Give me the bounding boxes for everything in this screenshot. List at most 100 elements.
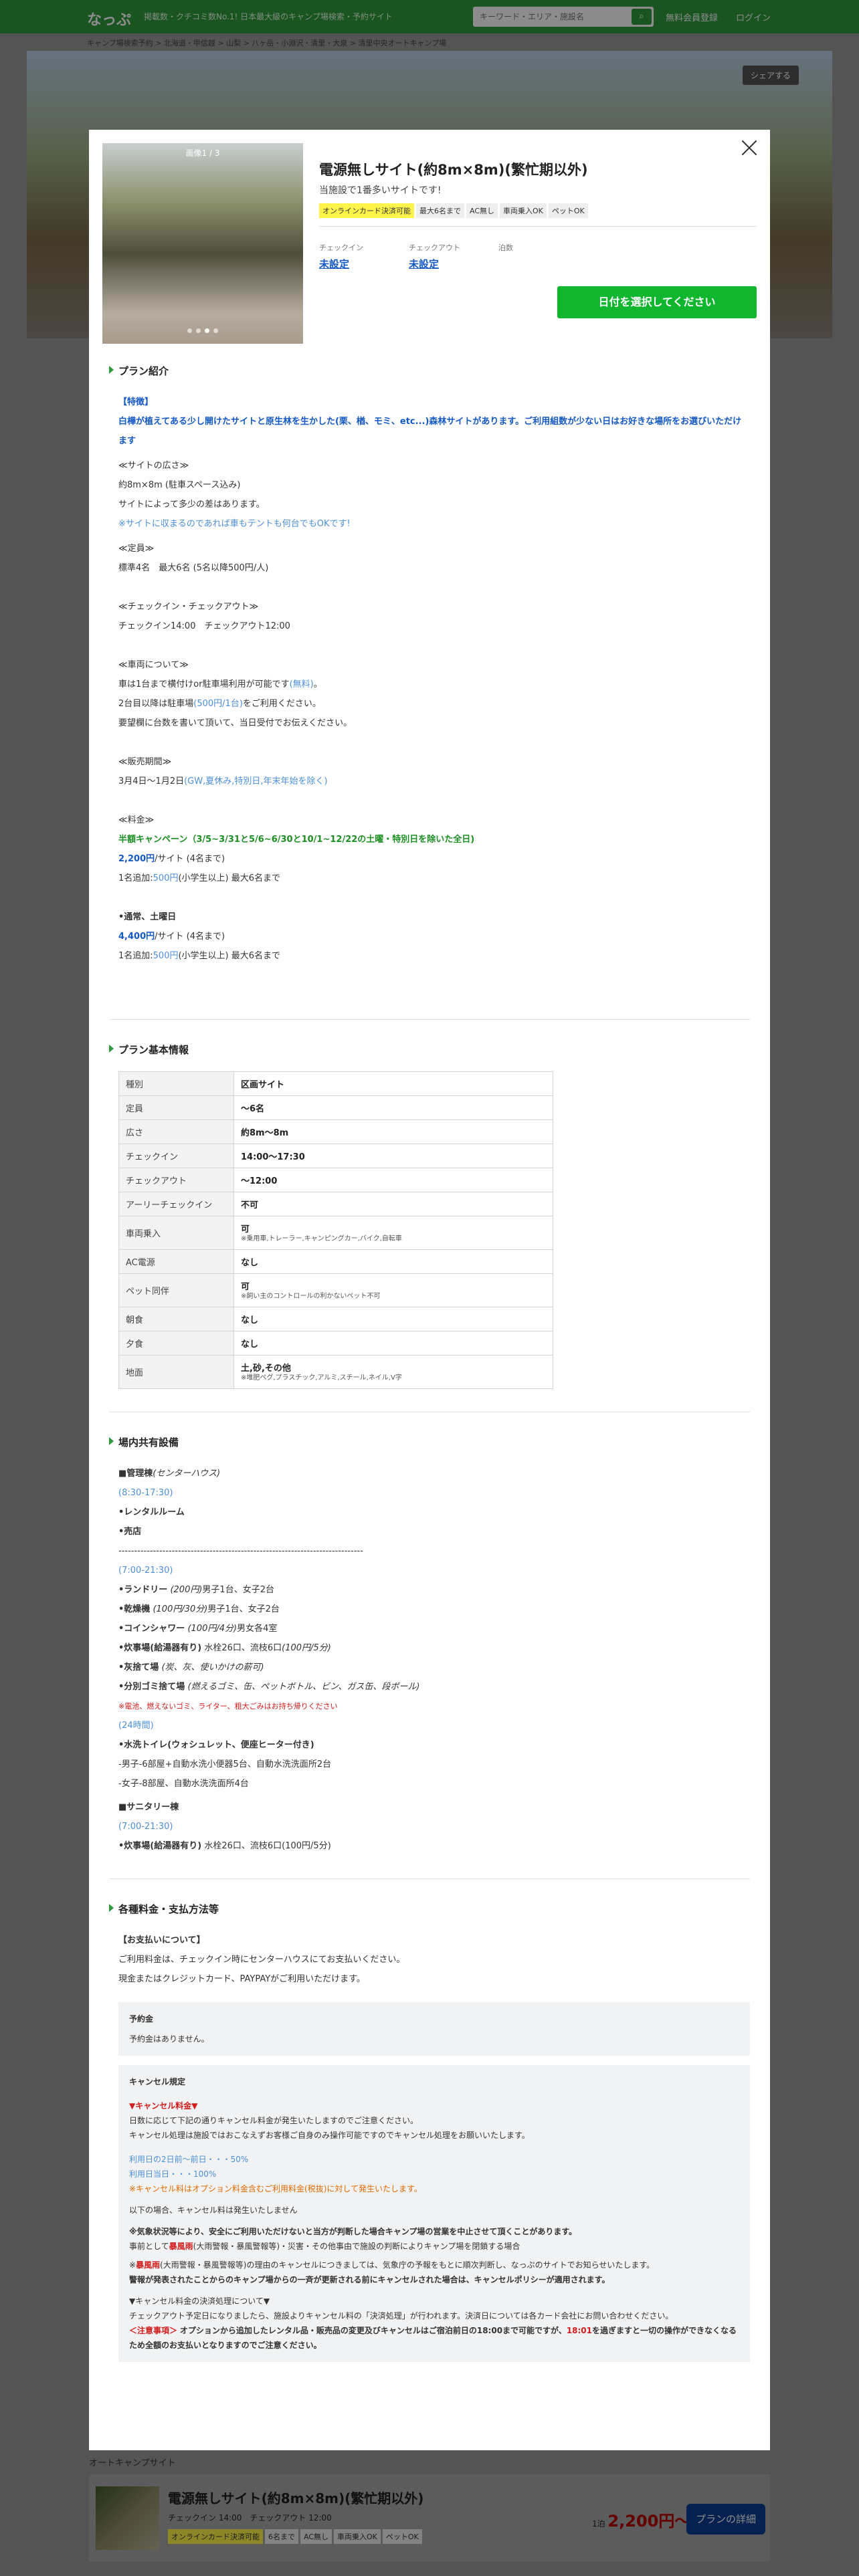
cancel-text: 日数に応じて下記の通りキャンセル料金が発生いたしますのでご注意ください。 — [129, 2116, 419, 2125]
vehicle-text: 要望欄に台数を書いて頂いて、当日受付でお伝えください。 — [118, 718, 353, 728]
section-heading: プラン基本情報 — [109, 1043, 750, 1057]
spec-value: 14:00〜17:30 — [233, 1144, 553, 1168]
hours: (8:30-17:30) — [118, 1488, 173, 1498]
deposit-title: 予約金 — [129, 2014, 154, 2024]
area-text: サイトによって多少の差はあります。 — [118, 500, 265, 510]
dot-icon[interactable] — [213, 328, 218, 333]
cancel-text: キャンセル処理は施設ではおこなえずお客様ご自身のみ操作可能ですのでキャンセル処理… — [129, 2131, 530, 2140]
weather-text: 事前として暴風雨(大雨警報・暴風警報等)・災害・その他事由で施設の判断によりキャ… — [129, 2242, 520, 2251]
spec-row: ペット同伴可 ※飼い主のコントロールの利かないペット不可 — [118, 1273, 553, 1307]
dot-icon[interactable] — [205, 328, 209, 333]
modal-title: 電源無しサイト(約8m×8m)(繁忙期以外) — [319, 162, 588, 178]
spec-row: 定員 〜6名 — [118, 1095, 553, 1120]
cancel-heading: ▼キャンセル料金▼ — [129, 2101, 198, 2111]
facilities-list: ■管理棟(センターハウス) (8:30-17:30) •レンタルルーム •売店 … — [109, 1464, 750, 1856]
cancel-rate: 利用日当日・・・100% — [129, 2169, 217, 2179]
spec-key: 朝食 — [118, 1307, 234, 1331]
facility-item: -女子-8部屋、自動水洗洗面所4台 — [118, 1779, 249, 1789]
spec-value-text: 約8m〜8m — [241, 1128, 289, 1138]
vehicle-heading: ≪車両について≫ — [118, 660, 189, 670]
hours: (7:00-21:30) — [118, 1822, 173, 1832]
checkin-heading: ≪チェックイン・チェックアウト≫ — [118, 602, 259, 612]
spec-value: 約8m〜8m — [233, 1119, 553, 1144]
tag: 最大6名まで — [416, 203, 464, 218]
facility-item: -男子-6部屋+自動水洗小便器5台、自動水洗洗面所2台 — [118, 1759, 332, 1769]
spec-key: 車両乗入 — [118, 1216, 234, 1250]
facility-item: •売店 — [118, 1527, 142, 1537]
spec-row: 車両乗入可 ※乗用車,トレーラー,キャンピングカー,バイク,自転車 — [118, 1216, 553, 1250]
cancel-title: キャンセル規定 — [129, 2077, 186, 2086]
spec-note: ※飼い主のコントロールの利かないペット不可 — [241, 1293, 381, 1300]
spec-row: チェックアウト 〜12:00 — [118, 1168, 553, 1192]
dot-icon[interactable] — [196, 328, 201, 333]
spec-value: 土,砂,その他 ※堆肥ペグ,プラスチック,アルミ,スチール,ネイル,V字 — [233, 1355, 553, 1389]
process-heading: ▼キャンセル料金の決済処理について▼ — [129, 2296, 270, 2306]
checkin-value[interactable]: 未設定 — [319, 257, 349, 271]
checkout-value[interactable]: 未設定 — [409, 257, 439, 271]
photo-dots — [102, 326, 303, 336]
payment-heading: 【お支払いについて】 — [118, 1935, 205, 1945]
spec-value-text: 区画サイト — [241, 1080, 285, 1090]
spec-row: チェックイン 14:00〜17:30 — [118, 1144, 553, 1168]
spec-value: なし — [233, 1307, 553, 1331]
normal-fee-heading: •通常、土曜日 — [118, 912, 177, 922]
vehicle-text: 車は1台まで横付けor駐車場利用が可能です(無料)。 — [118, 679, 322, 689]
capacity-text: 標準4名 最大6名 (5名以降500円/人) — [118, 563, 269, 573]
cancel-rate: 利用日の2日前〜前日・・・50% — [129, 2155, 249, 2164]
tag: 車両乗入OK — [500, 203, 547, 218]
deposit-text: 予約金はありません。 — [129, 2034, 209, 2044]
weather-text: ※気象状況等により、安全にご利用いただけないと当方が判断した場合キャンプ場の営業… — [129, 2227, 577, 2236]
divider — [109, 1019, 750, 1020]
close-icon[interactable] — [738, 136, 761, 159]
facility-item: •炊事場(給湯器有り) 水栓26口、流枝6口(100円/5分) — [118, 1841, 331, 1851]
spec-value: 不可 — [233, 1192, 553, 1216]
facility-item: •ランドリー (200円)男子1台、女子2台 — [118, 1585, 274, 1595]
spec-value: なし — [233, 1249, 553, 1274]
facility-item: •水洗トイレ(ウォシュレット、便座ヒーター付き) — [118, 1740, 314, 1750]
spec-value-text: 〜6名 — [241, 1104, 265, 1114]
feature-heading: 【特徴】 — [118, 397, 154, 407]
spec-key: チェックイン — [118, 1144, 234, 1168]
spec-value: 区画サイト — [233, 1071, 553, 1096]
tag: AC無し — [466, 203, 498, 218]
deposit-box: 予約金 予約金はありません。 — [118, 2002, 750, 2056]
campaign-text: 半額キャンペーン（3/5~3/31と5/6~6/30と10/1~12/22の土曜… — [118, 835, 475, 845]
dot-icon[interactable] — [187, 328, 192, 333]
spec-value: 〜12:00 — [233, 1168, 553, 1192]
storm-text: 警報が発表されたことからのキャンプ場からの一斉が更新される前にキャンセルされた場… — [129, 2275, 610, 2284]
spec-key: 広さ — [118, 1119, 234, 1144]
checkin-label: チェックイン — [319, 243, 363, 252]
section-heading: 各種料金・支払方法等 — [109, 1902, 750, 1916]
facility-item: •灰捨て場 (炭、灰、使いかけの薪可) — [118, 1662, 264, 1673]
spec-row: AC電源 なし — [118, 1249, 553, 1274]
facility-item: •乾燥機 (100円/30分)男子1台、女子2台 — [118, 1604, 280, 1614]
hours: (7:00-21:30) — [118, 1566, 173, 1576]
plan-modal: 画像1 / 3 電源無しサイト(約8m×8m)(繁忙期以外) 当施設で1番多いサ… — [89, 130, 770, 2450]
basic-info-table: 種別 区画サイト 定員 〜6名 広さ 約8m〜8m チェックイン 14:00〜17:30 チェッ… — [118, 1071, 553, 1389]
fee-line: 4,400円/サイト (4名まで) — [118, 932, 225, 942]
fee-heading: ≪料金≫ — [118, 815, 155, 825]
spec-key: 夕食 — [118, 1331, 234, 1356]
spec-value-text: 〜12:00 — [241, 1176, 278, 1186]
dash-divider: ----------------------------------------… — [118, 1546, 363, 1556]
spec-key: 種別 — [118, 1071, 234, 1096]
spec-key: 定員 — [118, 1095, 234, 1120]
spec-value: 可 ※乗用車,トレーラー,キャンピングカー,バイク,自転車 — [233, 1216, 553, 1250]
spec-row: アーリーチェックイン 不可 — [118, 1192, 553, 1216]
fee-line: 1名追加:500円(小学生以上) 最大6名まで — [118, 873, 281, 883]
facility-group: ■サニタリー棟 — [118, 1802, 179, 1812]
spec-value-text: 不可 — [241, 1200, 259, 1210]
area-note: ※サイトに収まるのであれば車もテントも何台でもOKです! — [118, 519, 351, 529]
payment-text: 現金またはクレジットカード、PAYPAYがご利用いただけます。 — [118, 1974, 365, 1984]
spec-value: なし — [233, 1331, 553, 1356]
period-text: 3月4日〜1月2日(GW,夏休み,特別日,年末年始を除く) — [118, 776, 328, 786]
spec-key: AC電源 — [118, 1249, 234, 1274]
plan-intro: 【特徴】 白樺が植えてある少し開けたサイトと原生林を生かした(栗、楢、モミ、et… — [109, 393, 750, 966]
modal-subtitle: 当施設で1番多いサイトです! — [319, 185, 442, 196]
select-date-button[interactable]: 日付を選択してください — [557, 286, 757, 318]
trash-note: ※電池、燃えないゴミ、ライター、粗大ごみはお持ち帰りください — [118, 1702, 338, 1711]
area-heading: ≪サイトの広さ≫ — [118, 461, 189, 471]
modal-content: プラン紹介 【特徴】 白樺が植えてある少し開けたサイトと原生林を生かした(栗、楢… — [109, 364, 750, 2371]
vehicle-text: 2台目以降は駐車場(500円/1台)をご利用ください。 — [118, 699, 321, 709]
plan-photo[interactable]: 画像1 / 3 — [102, 143, 303, 344]
